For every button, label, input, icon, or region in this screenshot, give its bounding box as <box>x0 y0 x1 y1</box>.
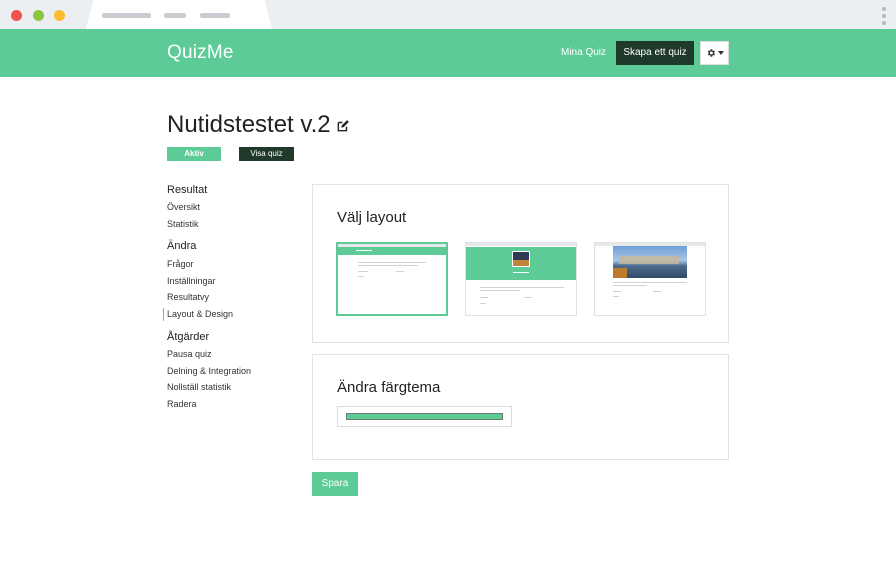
create-quiz-button[interactable]: Skapa ett quiz <box>616 41 694 65</box>
save-button[interactable]: Spara <box>312 472 358 496</box>
sidebar-item-overview[interactable]: Översikt <box>167 202 200 212</box>
settings-dropdown-button[interactable] <box>700 41 729 65</box>
sidebar-item-layout-design[interactable]: Layout & Design <box>167 309 233 319</box>
color-picker[interactable] <box>337 406 512 427</box>
thumb-image <box>512 251 530 267</box>
edit-icon[interactable] <box>336 119 350 133</box>
sidebar-item-questions[interactable]: Frågor <box>167 259 194 269</box>
status-active-button[interactable]: Aktiv <box>167 147 221 161</box>
app-header: QuizMe Mina Quiz Skapa ett quiz <box>0 29 896 77</box>
sidebar-heading-actions: Åtgärder <box>167 331 210 343</box>
tab-placeholder-bar <box>164 13 186 18</box>
layout-option-1[interactable] <box>336 242 448 316</box>
sidebar-item-pause-quiz[interactable]: Pausa quiz <box>167 349 212 359</box>
page-title: Nutidstestet v.2 <box>167 111 331 138</box>
brand-logo[interactable]: QuizMe <box>167 42 234 64</box>
layout-panel-title: Välj layout <box>337 209 407 226</box>
sidebar-item-delete[interactable]: Radera <box>167 399 197 409</box>
minimize-window-button[interactable] <box>33 10 44 21</box>
browser-menu-icon[interactable] <box>882 7 886 28</box>
layout-option-3[interactable] <box>594 242 706 316</box>
sidebar-item-result-view[interactable]: Resultatvy <box>167 292 209 302</box>
sidebar-heading-edit: Ändra <box>167 240 197 252</box>
tab-placeholder-bar <box>200 13 230 18</box>
close-window-button[interactable] <box>11 10 22 21</box>
color-panel-title: Ändra färgtema <box>337 379 441 396</box>
sidebar-active-indicator <box>163 308 164 321</box>
show-quiz-button[interactable]: Visa quiz <box>239 147 294 161</box>
gear-icon <box>707 49 715 57</box>
maximize-window-button[interactable] <box>54 10 65 21</box>
nav-my-quiz-link[interactable]: Mina Quiz <box>561 47 606 58</box>
color-theme-panel: Ändra färgtema <box>312 354 729 460</box>
sidebar-item-settings[interactable]: Inställningar <box>167 276 216 286</box>
sidebar-heading-results: Resultat <box>167 184 208 196</box>
thumb-header <box>338 247 446 255</box>
layout-panel: Välj layout <box>312 184 729 343</box>
caret-down-icon <box>717 51 724 55</box>
tab-placeholder-bar <box>102 13 151 18</box>
layout-option-2[interactable] <box>465 242 577 316</box>
sidebar-item-sharing-integration[interactable]: Delning & Integration <box>167 366 251 376</box>
sidebar-item-statistics[interactable]: Statistik <box>167 219 199 229</box>
thumb-chrome <box>466 243 576 246</box>
browser-chrome <box>0 0 896 29</box>
thumb-photo <box>613 246 687 278</box>
color-swatch <box>346 413 503 420</box>
sidebar-item-reset-statistics[interactable]: Nollställ statistik <box>167 382 231 392</box>
